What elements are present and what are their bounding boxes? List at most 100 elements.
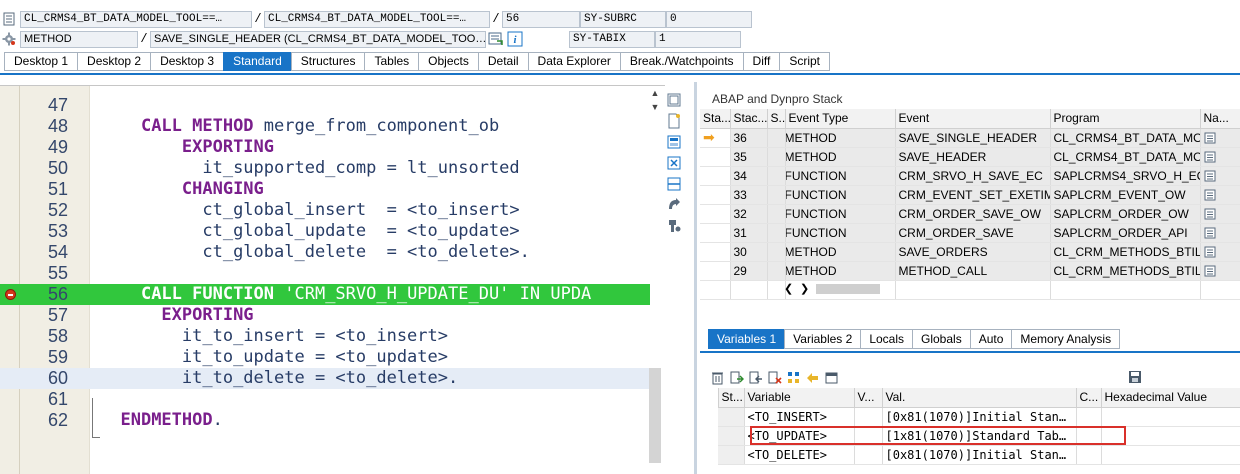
sysvar-name-field[interactable]: SY-SUBRC [580,10,666,28]
scroll-thumb[interactable] [649,368,661,463]
stack-row[interactable]: 32 FUNCTION CRM_ORDER_SAVE_OW SAPLCRM_ORDER… [700,204,1240,224]
var-col-header[interactable]: C... [1076,388,1102,408]
code-line[interactable]: 52 ct_global_insert = <to_insert> [0,200,650,221]
var-tab-locals[interactable]: Locals [860,329,912,349]
tab-structures[interactable]: Structures [290,52,365,71]
tab-data-explorer[interactable]: Data Explorer [527,52,620,71]
var-tab-auto[interactable]: Auto [969,329,1012,349]
var-col-header[interactable]: Val. [882,388,1077,408]
hscroll-thumb[interactable] [816,284,880,294]
source-doc-icon[interactable] [1204,132,1216,144]
code-line[interactable]: 58 it_to_insert = <to_insert> [0,326,650,347]
code-line[interactable]: 59 it_to_update = <to_update> [0,347,650,368]
tab-desktop-1[interactable]: Desktop 1 [4,52,78,71]
tab-objects[interactable]: Objects [418,52,478,71]
var-col-header[interactable]: St... [718,388,745,408]
stack-col-header[interactable]: S... [767,109,786,129]
code-line[interactable]: 57 EXPORTING [0,305,650,326]
var-name-cell[interactable]: <TO_INSERT> [744,407,855,427]
source-editor[interactable]: 47 48 CALL METHOD merge_from_component_ob… [0,85,665,474]
source-doc-icon[interactable] [1204,170,1216,182]
source-doc-icon[interactable] [1204,227,1216,239]
stack-row[interactable]: 29 METHOD METHOD_CALLCL_CRM_METHODS_BTIL=… [700,261,1240,281]
tab-diff[interactable]: Diff [742,52,780,71]
var-value-cell[interactable]: [0x81(1070)]Initial Stan… [882,445,1077,465]
scroll-down-icon[interactable]: ▼ [649,102,661,112]
stack-row[interactable]: 34 FUNCTION CRM_SRVO_H_SAVE_EC SAPLCRMS4_SR… [700,166,1240,186]
var-tab-memory-analysis[interactable]: Memory Analysis [1011,329,1121,349]
var-tab-variables-2[interactable]: Variables 2 [784,329,861,349]
scroll-left-icon[interactable]: ❮ [784,282,793,295]
remove-variable-icon[interactable] [767,370,782,385]
table-view-icon[interactable] [824,370,839,385]
stack-col-header[interactable]: Sta... [700,109,731,129]
stack-col-header[interactable]: Program [1050,109,1201,129]
stack-row[interactable]: 30 METHOD SAVE_ORDERSCL_CRM_METHODS_BTIL=… [700,242,1240,262]
code-line[interactable]: 60 it_to_delete = <to_delete>. [0,368,650,389]
layout-icon[interactable] [666,134,682,150]
watchpoint-icon[interactable] [805,370,820,385]
sysvar-value-field-2[interactable]: 1 [655,30,741,48]
code-line[interactable]: 55 [0,263,650,284]
scroll-right-icon[interactable]: ❯ [800,282,809,295]
stack-col-header[interactable]: Event [895,109,1051,129]
structure-icon[interactable] [786,370,801,385]
var-name-cell[interactable]: <TO_DELETE> [744,445,855,465]
import-variables-icon[interactable] [729,370,744,385]
code-line[interactable]: 56 CALL FUNCTION 'CRM_SRVO_H_UPDATE_DU' … [0,284,650,305]
export-variables-icon[interactable] [748,370,763,385]
stack-col-header[interactable]: Na... [1200,109,1240,129]
maximize-icon[interactable] [666,92,682,108]
var-value-cell[interactable]: [0x81(1070)]Initial Stan… [882,407,1077,427]
code-line[interactable]: 47 [0,95,650,116]
new-document-icon[interactable] [666,113,682,129]
info-icon[interactable]: i [507,31,523,47]
stack-col-header[interactable]: Event Type [785,109,896,129]
var-tab-globals[interactable]: Globals [912,329,970,349]
source-doc-icon[interactable] [1204,265,1216,277]
code-line[interactable]: 50 it_supported_comp = lt_unsorted [0,158,650,179]
sysvar-value-field[interactable]: 0 [666,10,752,28]
close-pane-icon[interactable] [666,155,682,171]
program-field[interactable]: CL_CRMS4_BT_DATA_MODEL_TOOL==… [20,10,252,28]
scroll-up-icon[interactable]: ▲ [649,88,661,98]
split-view-icon[interactable] [666,176,682,192]
tab-script[interactable]: Script [779,52,831,71]
event-name-field[interactable]: SAVE_SINGLE_HEADER (CL_CRMS4_BT_DATA_MOD… [150,30,486,48]
var-col-header[interactable]: Hexadecimal Value [1101,388,1240,408]
tab-tables[interactable]: Tables [364,52,419,71]
navigate-to-icon[interactable] [488,31,504,47]
stack-row[interactable]: 35 METHOD SAVE_HEADER CL_CRMS4_BT_DATA_MO… [700,147,1240,167]
source-doc-icon[interactable] [1204,189,1216,201]
variable-row[interactable]: <TO_DELETE> [0x81(1070)]Initial Stan… [706,445,1240,465]
code-line[interactable]: 51 CHANGING [0,179,650,200]
save-icon[interactable] [1128,370,1142,384]
line-field[interactable]: 56 [502,10,580,28]
pane-splitter[interactable] [694,82,697,474]
var-col-header[interactable]: V... [854,388,883,408]
code-line[interactable]: 49 EXPORTING [0,137,650,158]
tab-desktop-3[interactable]: Desktop 3 [150,52,224,71]
stack-horizontal-scrollbar[interactable]: ❮ ❯ [780,282,882,296]
event-type-field[interactable]: METHOD [20,30,138,48]
code-line[interactable]: 48 CALL METHOD merge_from_component_ob [0,116,650,137]
sysvar-name-field-2[interactable]: SY-TABIX [569,30,655,48]
include-field[interactable]: CL_CRMS4_BT_DATA_MODEL_TOOL==… [264,10,490,28]
editor-vertical-scrollbar[interactable]: ▲ ▼ [648,88,662,468]
stack-row[interactable]: ➡ 36 METHOD SAVE_SINGLE_HEADER CL_CRMS4_BT_D… [700,128,1240,148]
source-doc-icon[interactable] [1204,208,1216,220]
var-tab-variables-1[interactable]: Variables 1 [708,329,785,349]
variable-row[interactable]: <TO_INSERT> [0x81(1070)]Initial Stan… [706,407,1240,427]
tab-standard[interactable]: Standard [223,52,291,71]
delete-icon[interactable] [710,370,725,385]
tool-settings-icon[interactable] [666,218,682,234]
stack-row[interactable]: 31 FUNCTION CRM_ORDER_SAVE SAPLCRM_ORDER_AP… [700,223,1240,243]
code-line[interactable]: 54 ct_global_delete = <to_delete>. [0,242,650,263]
var-col-header[interactable]: Variable [744,388,855,408]
tab-break-watchpoints[interactable]: Break./Watchpoints [619,52,743,71]
stack-row[interactable]: 33 FUNCTION CRM_EVENT_SET_EXETIM… SAPLCRM_E… [700,185,1240,205]
source-doc-icon[interactable] [1204,246,1216,258]
tab-desktop-2[interactable]: Desktop 2 [77,52,151,71]
step-icon[interactable] [666,197,682,213]
stack-col-header[interactable]: Stac... [730,109,768,129]
